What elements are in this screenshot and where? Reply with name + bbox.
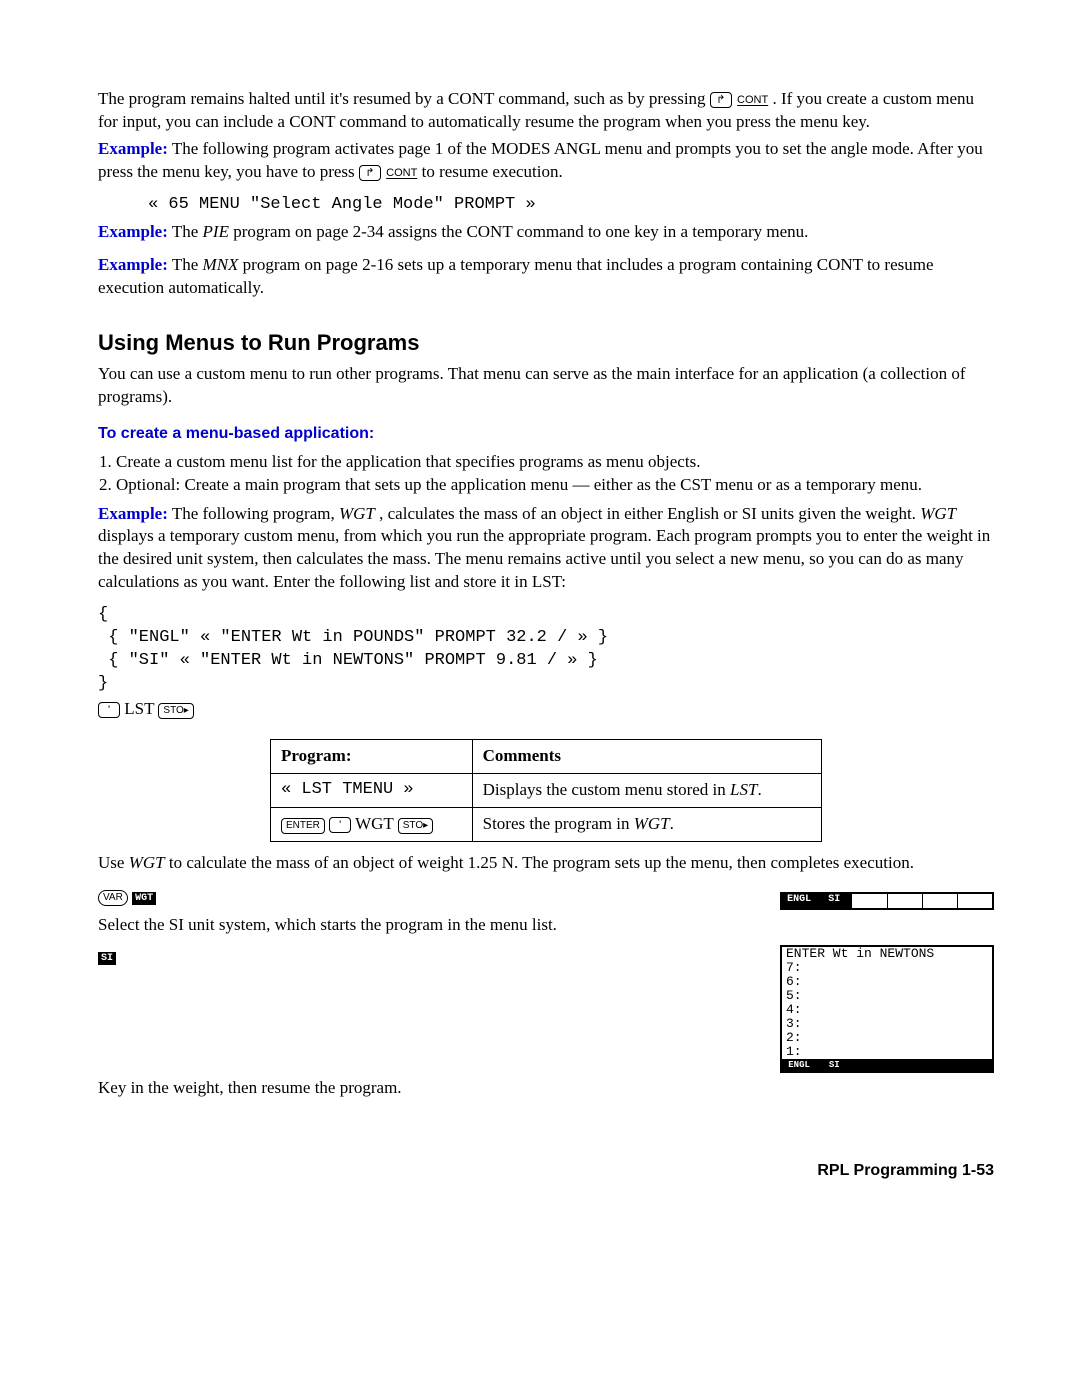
var-name: WGT — [634, 814, 670, 833]
col-header-comments: Comments — [472, 739, 821, 773]
program-name: WGT — [129, 853, 165, 872]
var-key-icon: VAR — [98, 890, 128, 906]
screen-title: ENTER Wt in NEWTONS — [782, 947, 992, 961]
softkey-blank — [852, 1060, 887, 1071]
softkey: ENGL — [782, 1060, 817, 1071]
text: Stores the program in — [483, 814, 634, 833]
softkey-blank — [923, 1060, 958, 1071]
wgt-menukey: WGT — [132, 892, 156, 905]
program-name: PIE — [203, 222, 229, 241]
paragraph-select-si: Select the SI unit system, which starts … — [98, 914, 994, 937]
section-intro: You can use a custom menu to run other p… — [98, 363, 994, 409]
softkey: SI — [817, 1060, 852, 1071]
softkey-blank — [923, 894, 958, 908]
text: The — [172, 255, 203, 274]
section-heading: Using Menus to Run Programs — [98, 328, 994, 358]
sub-heading: To create a menu-based application: — [98, 423, 994, 445]
softkey-blank — [888, 894, 923, 908]
screen-row-1: VAR WGT ENGL SI — [98, 885, 994, 910]
stack-line: 2: — [782, 1031, 992, 1045]
paragraph-use-wgt: Use WGT to calculate the mass of an obje… — [98, 852, 994, 875]
list-item: Create a custom menu list for the applic… — [116, 451, 994, 474]
text: , calculates the mass of an object in ei… — [379, 504, 920, 523]
text: . — [670, 814, 674, 833]
text: Use — [98, 853, 129, 872]
quote-key-icon — [329, 817, 351, 833]
keystroke-left: VAR WGT — [98, 885, 156, 908]
stack-line: 3: — [782, 1017, 992, 1031]
text: The — [172, 222, 203, 241]
cont-key-label: CONT — [737, 94, 768, 106]
col-header-program: Program: — [271, 739, 473, 773]
instruction-list: Create a custom menu list for the applic… — [98, 451, 994, 497]
sto-key-icon: STO▸ — [398, 818, 433, 834]
example-label: Example: — [98, 139, 168, 158]
paragraph-intro: The program remains halted until it's re… — [98, 88, 994, 134]
softkey-strip: ENGL SI — [780, 885, 994, 910]
shift-key-icon — [359, 165, 381, 181]
paragraph-keyin: Key in the weight, then resume the progr… — [98, 1077, 994, 1100]
stack-line: 6: — [782, 975, 992, 989]
cont-key-label: CONT — [386, 167, 417, 179]
stack-line: 7: — [782, 961, 992, 975]
comment-cell: Displays the custom menu stored in LST. — [472, 773, 821, 807]
text: to resume execution. — [422, 162, 563, 181]
softkey-blank — [888, 1060, 923, 1071]
sto-key-icon: STO▸ — [158, 703, 193, 719]
text: program on page 2-34 assigns the CONT co… — [233, 222, 808, 241]
example-2: Example: The PIE program on page 2-34 as… — [98, 221, 994, 244]
example-4: Example: The following program, WGT , ca… — [98, 503, 994, 595]
text: . — [757, 780, 761, 799]
page-footer: RPL Programming 1-53 — [98, 1160, 994, 1182]
screen-row-2: SI ENTER Wt in NEWTONS 7: 6: 5: 4: 3: 2:… — [98, 945, 994, 1073]
list-item: Optional: Create a main program that set… — [116, 474, 994, 497]
softkey-strip: ENGL SI — [782, 1059, 992, 1071]
program-name: MNX — [203, 255, 239, 274]
program-name: WGT — [339, 504, 375, 523]
calc-screen: ENTER Wt in NEWTONS 7: 6: 5: 4: 3: 2: 1:… — [780, 945, 994, 1073]
store-lst-keystroke: LST STO▸ — [98, 698, 994, 721]
text: to calculate the mass of an object of we… — [169, 853, 914, 872]
stack-line: 4: — [782, 1003, 992, 1017]
text: WGT — [355, 814, 398, 833]
comment-cell: Stores the program in WGT. — [472, 807, 821, 841]
code-line-1: « 65 MENU "Select Angle Mode" PROMPT » — [148, 194, 994, 217]
softkey-blank — [958, 894, 992, 908]
stack-line: 5: — [782, 989, 992, 1003]
example-3: Example: The MNX program on page 2-16 se… — [98, 254, 994, 300]
si-menukey: SI — [98, 952, 116, 965]
softkey: ENGL — [782, 894, 817, 908]
program-cell: ENTER WGT STO▸ — [271, 807, 473, 841]
example-label: Example: — [98, 255, 168, 274]
program-table: Program: Comments « LST TMENU » Displays… — [270, 739, 822, 842]
softkey-blank — [958, 1060, 992, 1071]
example-label: Example: — [98, 504, 168, 523]
program-cell: « LST TMENU » — [271, 773, 473, 807]
example-label: Example: — [98, 222, 168, 241]
code-block-lst: { { "ENGL" « "ENTER Wt in POUNDS" PROMPT… — [98, 604, 994, 696]
quote-key-icon — [98, 702, 120, 718]
var-name: LST — [730, 780, 757, 799]
stack-line: 1: — [782, 1045, 992, 1059]
softkey-blank — [852, 894, 887, 908]
table-row: « LST TMENU » Displays the custom menu s… — [271, 773, 822, 807]
enter-key-icon: ENTER — [281, 818, 325, 834]
text: LST — [124, 699, 158, 718]
text: The program remains halted until it's re… — [98, 89, 710, 108]
softkey: SI — [817, 894, 852, 908]
text: displays a temporary custom menu, from w… — [98, 526, 990, 591]
shift-key-icon — [710, 92, 732, 108]
text: The following program, — [172, 504, 339, 523]
keystroke-left: SI — [98, 945, 116, 968]
program-name: WGT — [920, 504, 956, 523]
table-row: ENTER WGT STO▸ Stores the program in WGT… — [271, 807, 822, 841]
text: Displays the custom menu stored in — [483, 780, 730, 799]
example-1: Example: The following program activates… — [98, 138, 994, 184]
